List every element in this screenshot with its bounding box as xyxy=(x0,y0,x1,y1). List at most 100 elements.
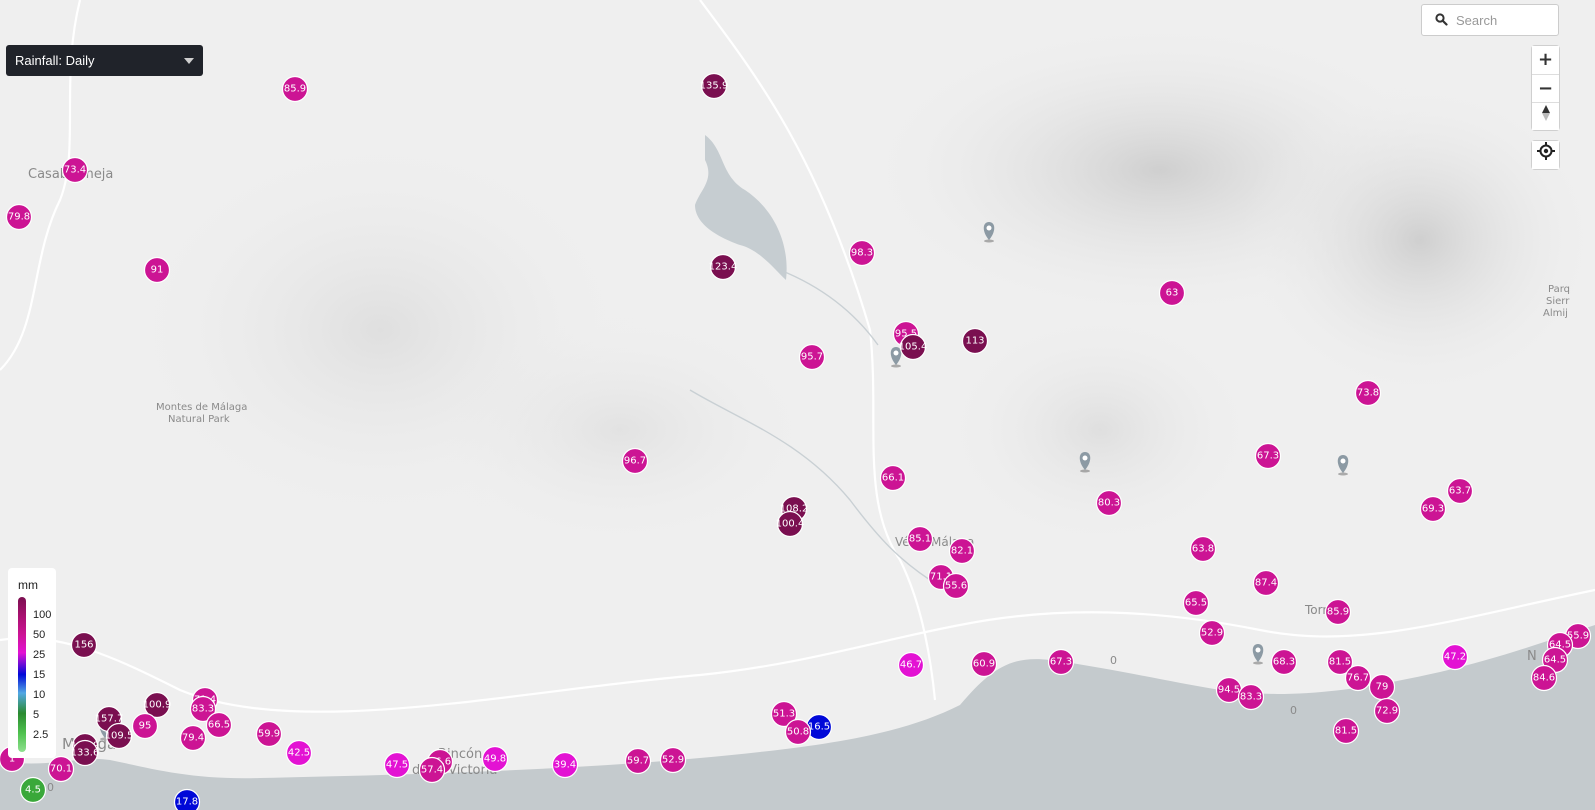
station-marker[interactable]: 66.5 xyxy=(205,711,233,739)
legend-label: 100 xyxy=(33,609,52,621)
station-value: 95.7 xyxy=(801,352,823,363)
station-marker[interactable]: 67.3 xyxy=(1254,442,1282,470)
station-value: 91 xyxy=(151,265,164,276)
station-marker[interactable]: 65.5 xyxy=(1182,589,1210,617)
station-marker[interactable]: 63.7 xyxy=(1446,477,1474,505)
station-marker[interactable]: 156 xyxy=(70,631,98,659)
station-value: 63.8 xyxy=(1192,544,1214,555)
station-value: 76.7 xyxy=(1347,673,1369,684)
station-value: 123.4 xyxy=(709,262,738,273)
station-marker[interactable]: 39.4 xyxy=(551,751,579,779)
station-marker[interactable]: 79 xyxy=(1368,673,1396,701)
place-label: Montes de Málaga xyxy=(156,401,247,413)
station-marker[interactable]: 63 xyxy=(1158,279,1186,307)
station-value: 66.5 xyxy=(208,720,230,731)
station-marker[interactable]: 83.3 xyxy=(1237,683,1265,711)
station-marker[interactable]: 42.5 xyxy=(285,739,313,767)
search-icon xyxy=(1435,13,1448,26)
locate-control xyxy=(1531,140,1560,170)
place-label: Sierr xyxy=(1546,296,1570,307)
station-marker[interactable]: 113 xyxy=(961,327,989,355)
station-value: 109.5 xyxy=(105,731,134,742)
station-marker[interactable]: 59.7 xyxy=(624,747,652,775)
station-marker[interactable]: 73.8 xyxy=(1354,379,1382,407)
station-value: 83.3 xyxy=(1240,692,1262,703)
legend-label: 50 xyxy=(33,629,46,641)
legend-label: 15 xyxy=(33,669,46,681)
station-value: 68.3 xyxy=(1273,657,1295,668)
station-marker[interactable]: 52.9 xyxy=(659,746,687,774)
station-marker[interactable]: 17.8 xyxy=(173,788,201,810)
rainfall-legend: mm 100 50 25 15 10 5 2.5 xyxy=(8,568,56,758)
station-marker[interactable]: 79.8 xyxy=(5,203,33,231)
search-input[interactable] xyxy=(1456,11,1552,29)
station-marker[interactable]: 50.8 xyxy=(784,718,812,746)
station-marker[interactable]: 87.4 xyxy=(1252,569,1280,597)
station-value: 94.5 xyxy=(1218,685,1240,696)
station-marker[interactable]: 81.5 xyxy=(1332,717,1360,745)
station-marker[interactable]: 95.7 xyxy=(798,343,826,371)
station-value: 96.7 xyxy=(624,456,646,467)
station-marker[interactable]: 67.3 xyxy=(1047,648,1075,676)
station-marker[interactable]: 47.5 xyxy=(383,751,411,779)
station-value: 85.9 xyxy=(1327,607,1349,618)
station-marker[interactable]: 82.1 xyxy=(948,537,976,565)
station-value: 39.4 xyxy=(554,760,576,771)
search-box[interactable] xyxy=(1421,4,1559,36)
station-marker[interactable]: 73.4 xyxy=(61,156,89,184)
station-value: 85.9 xyxy=(284,84,306,95)
station-marker[interactable]: 46.7 xyxy=(897,651,925,679)
station-value: 52.9 xyxy=(662,755,684,766)
station-value: 60.9 xyxy=(973,659,995,670)
station-marker[interactable]: 84.6 xyxy=(1530,664,1558,692)
station-value: 135.9 xyxy=(700,81,729,92)
zoom-out-button[interactable]: − xyxy=(1532,74,1559,102)
station-value: 4.5 xyxy=(25,785,41,796)
compass-button[interactable] xyxy=(1532,102,1559,130)
station-marker[interactable]: 85.9 xyxy=(281,75,309,103)
station-value: 95 xyxy=(139,721,152,732)
station-marker[interactable]: 68.3 xyxy=(1270,648,1298,676)
station-marker[interactable]: 85.9 xyxy=(1324,598,1352,626)
station-marker[interactable]: 94.5 xyxy=(1215,676,1243,704)
station-value: 63 xyxy=(1166,288,1179,299)
locate-button[interactable] xyxy=(1532,141,1559,169)
station-marker[interactable]: 60.9 xyxy=(970,650,998,678)
station-marker[interactable]: 47.2 xyxy=(1441,643,1469,671)
station-marker[interactable]: 80.3 xyxy=(1095,489,1123,517)
sea-label: 0 xyxy=(1110,654,1117,667)
station-marker[interactable]: 70.1 xyxy=(47,755,75,783)
station-marker[interactable]: 57.4 xyxy=(418,756,446,784)
zoom-in-button[interactable]: + xyxy=(1532,46,1559,74)
station-marker[interactable]: 63.8 xyxy=(1189,535,1217,563)
layer-select[interactable]: Rainfall: Daily xyxy=(6,45,203,76)
station-marker[interactable]: 98.3 xyxy=(848,239,876,267)
station-marker[interactable]: 72.9 xyxy=(1373,697,1401,725)
locate-icon xyxy=(1536,142,1555,160)
station-marker[interactable]: 79.4 xyxy=(179,724,207,752)
station-value: 42.5 xyxy=(288,748,310,759)
station-marker[interactable]: 76.7 xyxy=(1344,664,1372,692)
station-marker[interactable]: 49.8 xyxy=(481,745,509,773)
map-canvas[interactable]: Casabermeja Montes de Málaga Natural Par… xyxy=(0,0,1595,810)
station-marker[interactable]: 91 xyxy=(143,256,171,284)
station-marker[interactable]: 66.1 xyxy=(879,464,907,492)
station-marker[interactable]: 55.6 xyxy=(942,572,970,600)
station-marker[interactable]: 95 xyxy=(131,712,159,740)
legend-label: 5 xyxy=(33,709,40,721)
station-value: 57.4 xyxy=(421,765,443,776)
station-marker[interactable]: 52.9 xyxy=(1198,619,1226,647)
station-value: 82.1 xyxy=(951,546,973,557)
station-marker[interactable]: 4.5 xyxy=(19,776,47,804)
station-marker[interactable]: 85.1 xyxy=(906,525,934,553)
station-value: 79 xyxy=(1376,682,1389,693)
station-value: 79.4 xyxy=(182,733,204,744)
station-value: 17.8 xyxy=(176,797,198,808)
station-marker[interactable]: 59.9 xyxy=(255,720,283,748)
zoom-controls: + − xyxy=(1531,45,1560,131)
station-marker[interactable]: 96.7 xyxy=(621,447,649,475)
station-marker[interactable]: 69.3 xyxy=(1419,495,1447,523)
station-value: 85.1 xyxy=(909,534,931,545)
station-value: 49.8 xyxy=(484,754,506,765)
station-value: 47.5 xyxy=(386,760,408,771)
